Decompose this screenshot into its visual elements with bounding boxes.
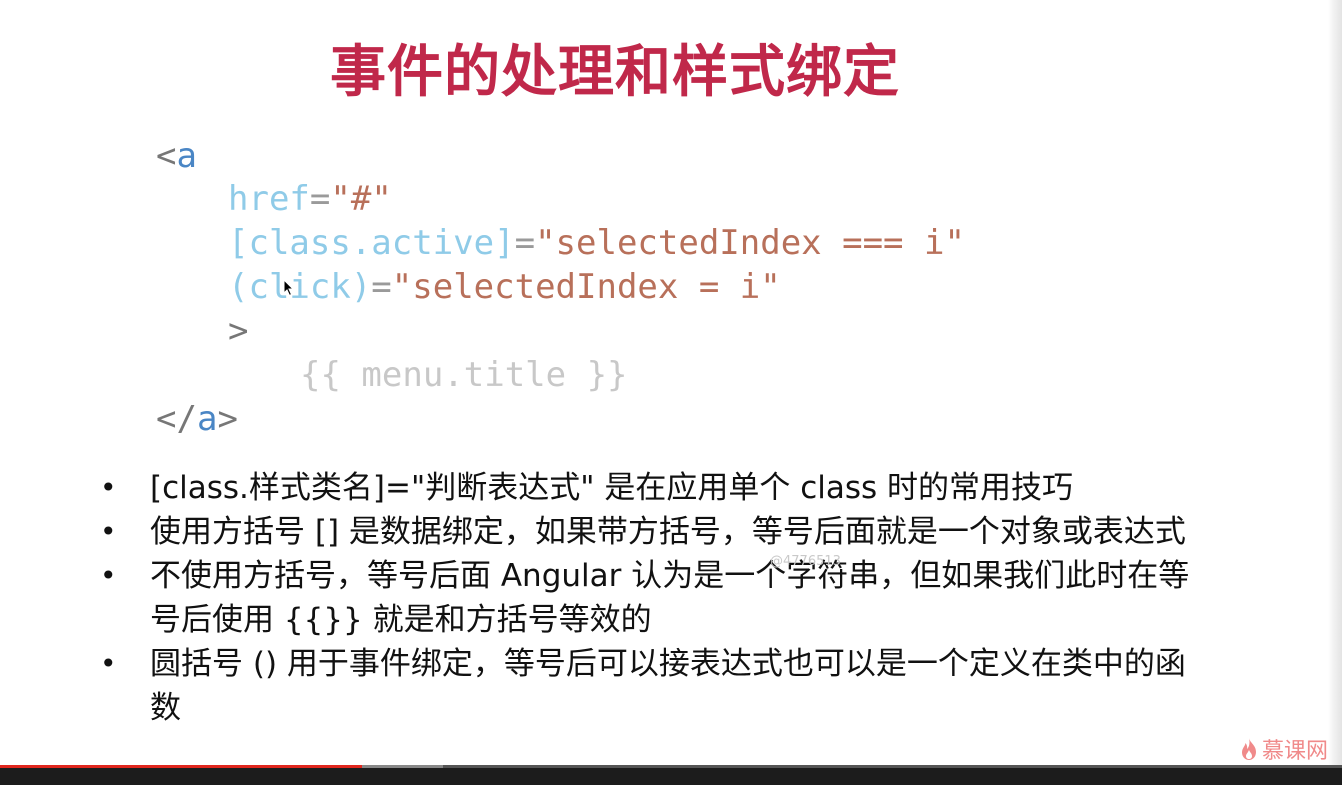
bullet-text: [class.样式类名]="判断表达式" 是在应用单个 class 时的常用技巧 [150, 470, 1074, 506]
video-progress-fill[interactable] [0, 765, 363, 768]
code-block: <a href="#" [class.active]="selectedInde… [0, 0, 965, 600]
code-open-bracket: < [156, 136, 177, 176]
code-close-gt: > [217, 399, 238, 439]
code-attr-class-active: [class.active] [228, 223, 515, 263]
code-line-href: href="#" [228, 177, 392, 221]
bullet-marker: • [100, 647, 117, 680]
bullet-marker: • [100, 471, 117, 504]
code-equals: = [309, 179, 331, 219]
code-interpolation: {{ menu.title }} [300, 355, 628, 395]
user-id-watermark: @4776513 [770, 554, 841, 569]
code-line-close-tag: </a> [156, 397, 238, 441]
bullet-list: • [class.样式类名]="判断表达式" 是在应用单个 class 时的常用… [100, 466, 1210, 730]
code-equals: = [514, 223, 536, 263]
bullet-item: • 圆括号 () 用于事件绑定，等号后可以接表达式也可以是一个定义在类中的函数 [100, 642, 1210, 730]
code-tag-name: a [176, 136, 197, 176]
bullet-text: 圆括号 () 用于事件绑定，等号后可以接表达式也可以是一个定义在类中的函数 [150, 646, 1186, 726]
code-attr-href: href [228, 179, 310, 219]
slide: 事件的处理和样式绑定 <a href="#" [class.active]="s… [0, 0, 1342, 785]
bullet-item: • 使用方括号 [] 是数据绑定，如果带方括号，等号后面就是一个对象或表达式 [100, 510, 1210, 554]
video-control-bar[interactable] [0, 765, 1342, 785]
flame-icon [1242, 738, 1256, 760]
brand-name: 慕课网 [1262, 739, 1329, 764]
bullet-marker: • [100, 559, 117, 592]
bullet-text: 不使用方括号，等号后面 Angular 认为是一个字符串，但如果我们此时在等号后… [150, 558, 1190, 638]
code-line-click-binding: (click)="selectedIndex = i" [228, 265, 781, 309]
code-value-click: "selectedIndex = i" [391, 267, 781, 307]
code-equals: = [371, 267, 392, 307]
slide-edge-shadow [1328, 0, 1342, 785]
mouse-cursor-icon [283, 278, 295, 301]
bullet-marker: • [100, 515, 117, 548]
bullet-text: 使用方括号 [] 是数据绑定，如果带方括号，等号后面就是一个对象或表达式 [150, 514, 1186, 550]
code-line-interpolation: {{ menu.title }} [300, 353, 628, 397]
code-value-class-active: "selectedIndex === i" [535, 223, 965, 263]
bullet-item: • [class.样式类名]="判断表达式" 是在应用单个 class 时的常用… [100, 466, 1210, 510]
slide-title: 事件的处理和样式绑定 [330, 40, 900, 105]
code-line-close-bracket: > [228, 309, 248, 353]
code-line-class-binding: [class.active]="selectedIndex === i" [228, 221, 965, 265]
code-value-href: "#" [330, 179, 392, 219]
code-line-open-tag: <a [156, 134, 197, 178]
code-gt: > [228, 311, 249, 351]
code-close-open: </ [156, 399, 197, 439]
brand-logo: 慕课网 [1240, 733, 1328, 765]
bullet-item: • 不使用方括号，等号后面 Angular 认为是一个字符串，但如果我们此时在等… [100, 554, 1210, 642]
code-attr-click: (click) [228, 267, 372, 307]
code-close-tag-name: a [196, 399, 218, 439]
